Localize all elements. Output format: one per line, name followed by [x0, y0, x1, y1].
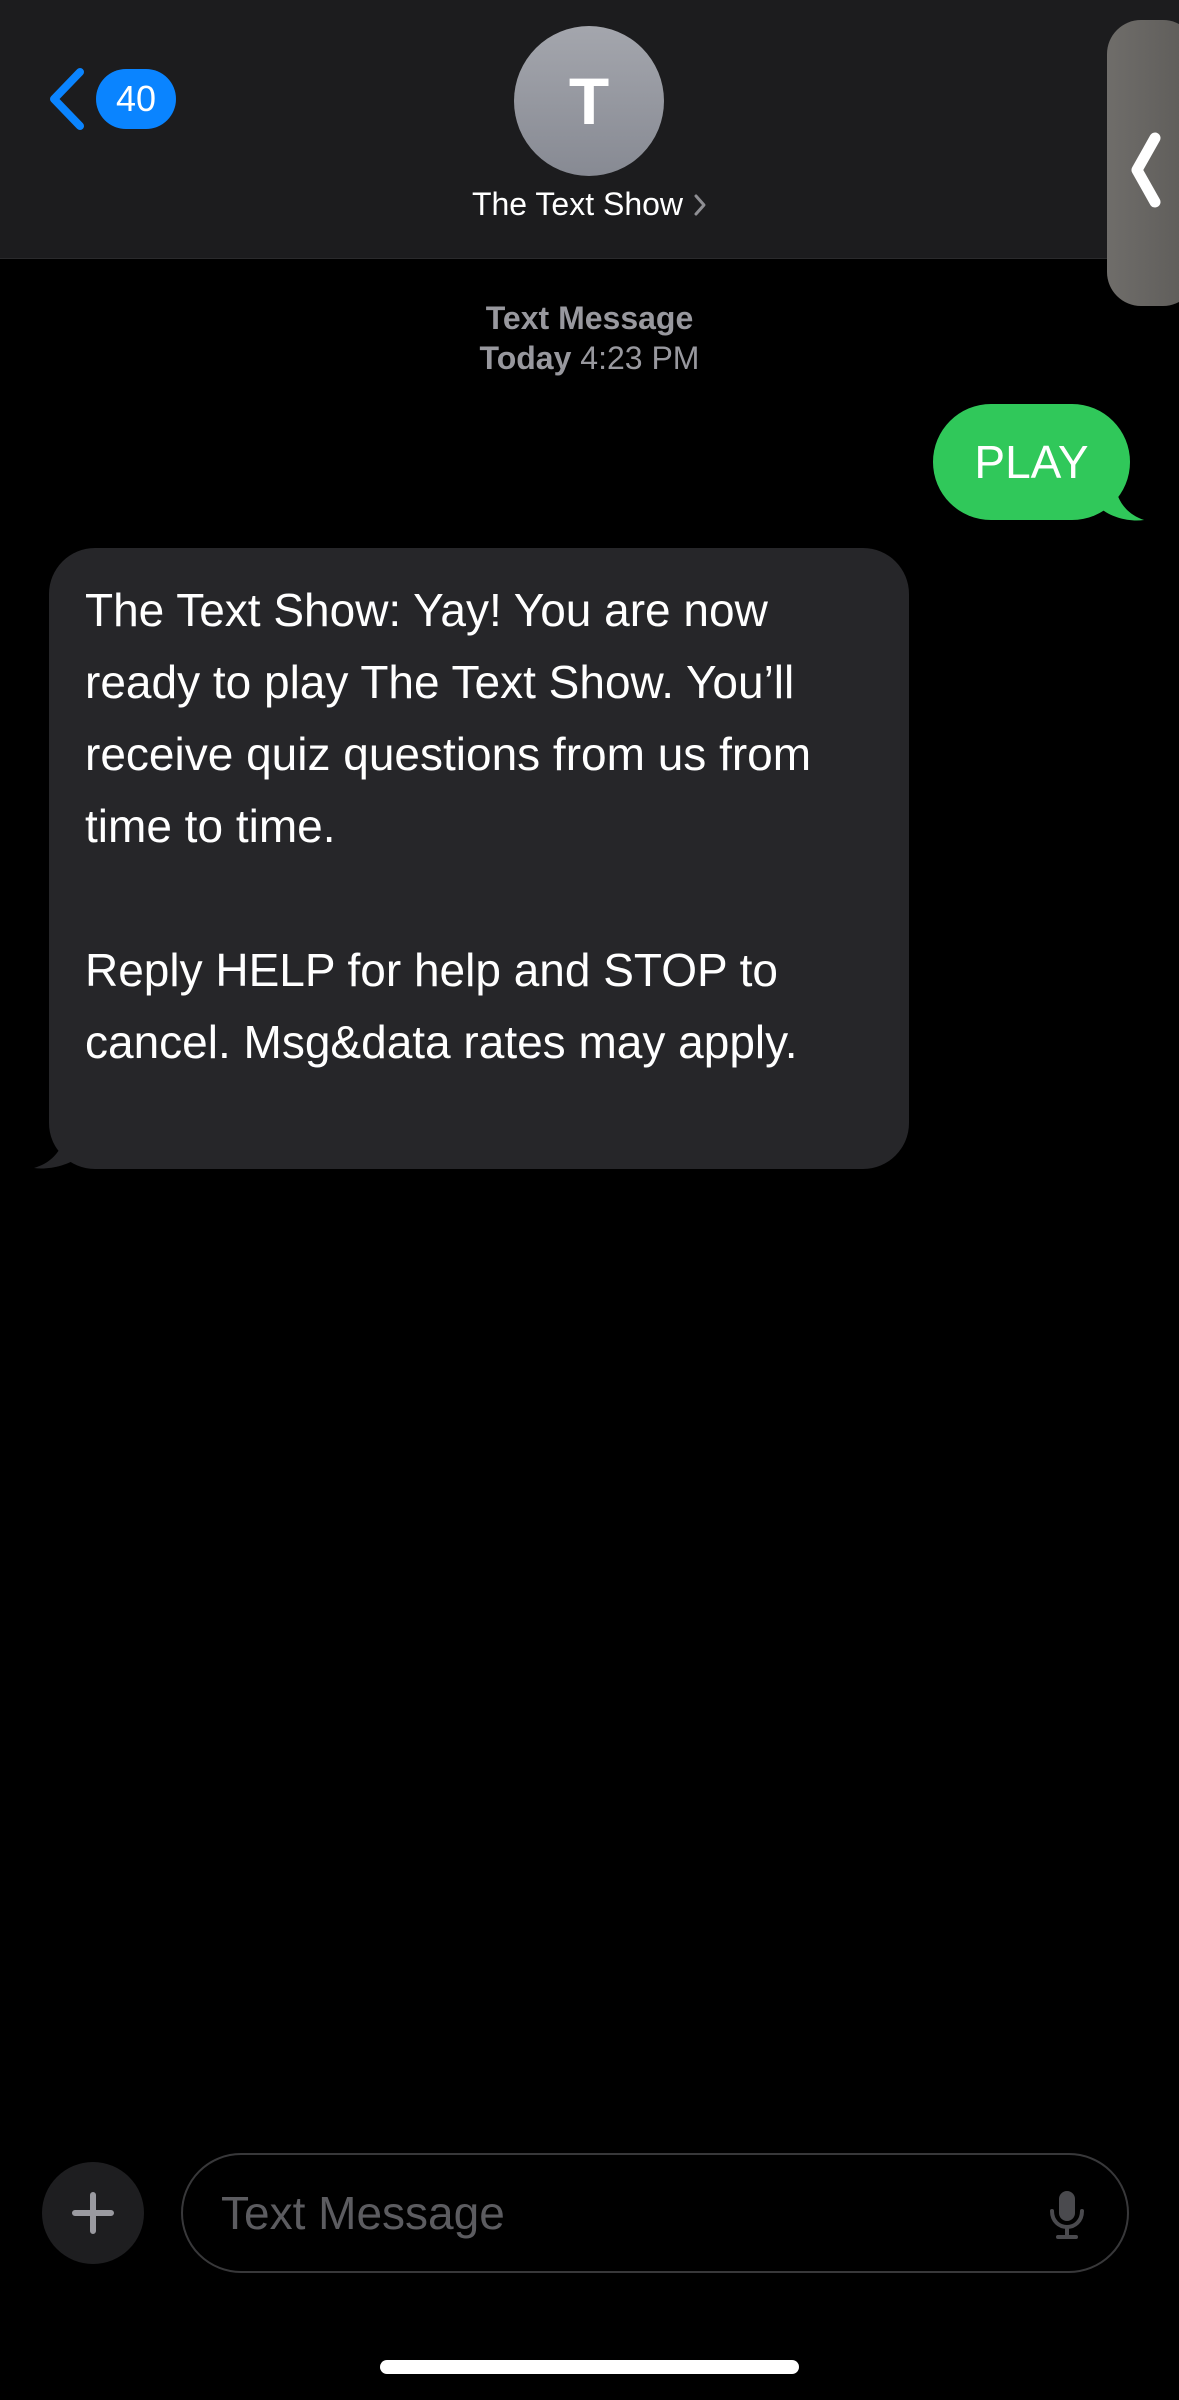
message-input-placeholder: Text Message	[221, 2187, 505, 2239]
incoming-message-bubble[interactable]: The Text Show: Yay! You are now ready to…	[49, 548, 909, 1169]
message-timestamp: Text Message Today 4:23 PM	[0, 298, 1179, 378]
plus-icon	[72, 2192, 114, 2234]
chevron-left-icon	[1131, 132, 1161, 208]
incoming-bubble-tail	[34, 1128, 80, 1169]
outgoing-bubble-tail	[1100, 480, 1144, 521]
back-button[interactable]: 40	[44, 64, 176, 134]
avatar-initial: T	[568, 64, 610, 138]
timestamp-service-label: Text Message	[485, 300, 694, 336]
contact-avatar[interactable]: T	[514, 26, 664, 176]
contact-details-button[interactable]: The Text Show	[0, 186, 1179, 223]
unread-count-badge: 40	[96, 69, 176, 129]
conversation-header: 40 T The Text Show	[0, 0, 1179, 259]
timestamp-day: Today	[479, 340, 572, 376]
contact-name: The Text Show	[471, 186, 684, 222]
home-indicator[interactable]	[380, 2360, 799, 2374]
timestamp-datetime: Today 4:23 PM	[0, 338, 1179, 378]
microphone-icon[interactable]	[1047, 2189, 1087, 2241]
side-panel-tab[interactable]	[1107, 20, 1179, 306]
chevron-left-icon	[50, 68, 84, 130]
message-paragraph: The Text Show: Yay! You are now ready to…	[85, 584, 812, 852]
message-paragraph: Reply HELP for help and STOP to cancel. …	[85, 944, 798, 1068]
message-input[interactable]: Text Message	[181, 2153, 1129, 2273]
attach-button[interactable]	[42, 2162, 144, 2264]
chevron-right-icon	[694, 194, 706, 215]
timestamp-time: 4:23 PM	[580, 340, 700, 376]
